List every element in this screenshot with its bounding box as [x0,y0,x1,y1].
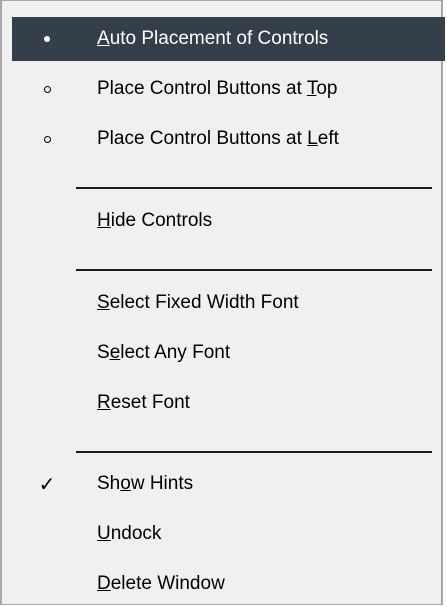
context-menu: Auto Placement of Controls Place Control… [0,0,445,606]
menu-separator [76,451,432,453]
menu-item-place-top[interactable]: Place Control Buttons at Top [12,67,443,111]
menu-item-label: Select Any Font [97,342,231,363]
menu-item-label: Reset Font [97,392,190,413]
menu-item-select-any-font[interactable]: Select Any Font [12,331,443,375]
radio-selected-icon [12,17,82,61]
menu-item-show-hints[interactable]: ✓ Show Hints [12,462,443,506]
menu-item-hide-controls[interactable]: Hide Controls [12,199,443,243]
radio-unselected-icon [12,67,82,111]
menu-item-label: Place Control Buttons at Top [97,78,338,99]
menu-item-select-fixed-width-font[interactable]: Select Fixed Width Font [12,281,443,325]
menu-item-label: Show Hints [97,473,194,494]
menu-item-reset-font[interactable]: Reset Font [12,381,443,425]
menu-separator [76,269,432,271]
menu-item-label: Place Control Buttons at Left [97,128,339,149]
menu-item-label: Hide Controls [97,210,213,231]
checkmark-icon: ✓ [38,472,56,496]
menu-item-auto-placement[interactable]: Auto Placement of Controls [12,17,445,61]
radio-unselected-icon [12,117,82,161]
menu-separator [76,187,432,189]
menu-item-place-left[interactable]: Place Control Buttons at Left [12,117,443,161]
menu-item-label: Delete Window [97,573,225,594]
menu-item-label: Auto Placement of Controls [97,28,329,49]
menu-item-delete-window[interactable]: Delete Window [12,562,443,606]
menu-item-label: Select Fixed Width Font [97,292,299,313]
menu-item-undock[interactable]: Undock [12,512,443,556]
menu-item-label: Undock [97,523,162,544]
